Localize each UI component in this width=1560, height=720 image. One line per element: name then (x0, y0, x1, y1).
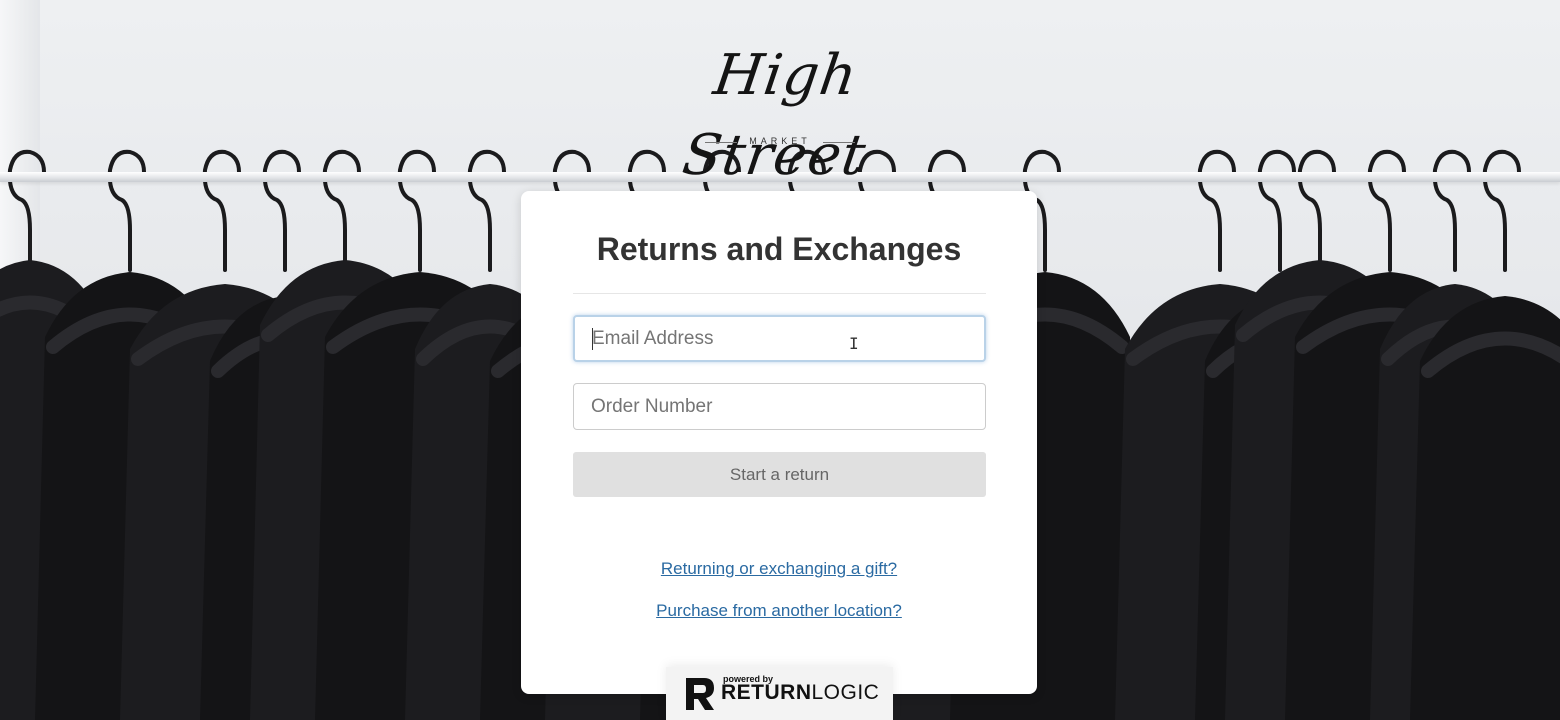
hanger-hook (397, 149, 436, 272)
text-caret (592, 328, 593, 350)
gift-return-link[interactable]: Returning or exchanging a gift? (521, 559, 1037, 579)
returnlogic-logo-icon (686, 678, 714, 710)
returns-form-card: Returns and Exchanges I Start a return R… (521, 191, 1037, 694)
powered-by-badge[interactable]: powered by RETURNLOGIC (666, 667, 893, 720)
text-cursor-icon: I (849, 334, 859, 353)
hanger-hook (1257, 149, 1296, 272)
hanger-hook (467, 149, 506, 272)
hanger-hook (202, 149, 241, 272)
brand-logo[interactable]: High Street MARKET (640, 36, 920, 196)
hanger-hook (262, 149, 301, 272)
hanger-hook (7, 149, 46, 272)
wordmark-light: LOGIC (811, 681, 880, 704)
hanger-hook (1367, 149, 1406, 272)
email-field[interactable] (573, 315, 986, 362)
brand-subtitle: MARKET (705, 136, 855, 146)
page-title: Returns and Exchanges (596, 231, 962, 267)
returns-page: High Street MARKET Returns and Exchanges… (0, 0, 1560, 720)
hanger-hook (1432, 149, 1471, 272)
hanger-hook (1197, 149, 1236, 272)
brand-name: High Street (678, 43, 871, 188)
wordmark-bold: RETURN (721, 681, 812, 704)
other-location-link[interactable]: Purchase from another location? (521, 601, 1037, 621)
order-number-field[interactable] (573, 383, 986, 430)
hanger-hook (107, 149, 146, 272)
returnlogic-wordmark: RETURNLOGIC (721, 681, 879, 705)
hanger-hook (322, 149, 361, 272)
hanger-hook (1482, 149, 1521, 272)
title-divider (573, 293, 986, 294)
start-return-button[interactable]: Start a return (573, 452, 986, 497)
hanger-hook (1297, 149, 1336, 272)
